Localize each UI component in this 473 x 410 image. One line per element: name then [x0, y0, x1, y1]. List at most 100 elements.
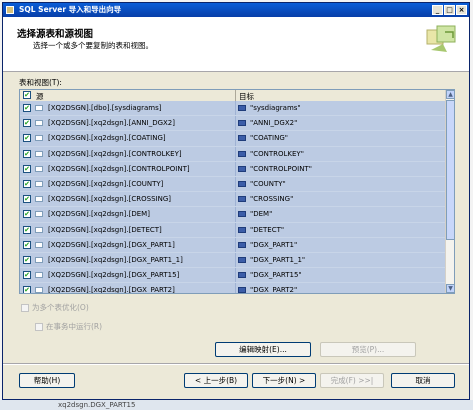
- source-table-name: [XQ2DSGN].[xq2dsgn].[DGX_PART15]: [48, 271, 180, 280]
- table-row[interactable]: ✔ [XQ2DSGN].[xq2dsgn].[DETECT] "DETECT": [20, 222, 445, 238]
- source-table-name: [XQ2DSGN].[xq2dsgn].[DGX_PART1]: [48, 240, 175, 249]
- run-in-transaction-checkbox[interactable]: [35, 323, 43, 331]
- row-checkbox[interactable]: ✔: [23, 119, 31, 128]
- close-button[interactable]: ×: [456, 5, 467, 15]
- table-row[interactable]: ✔ [XQ2DSGN].[xq2dsgn].[CROSSING] "CROSSING…: [20, 192, 445, 208]
- maximize-button[interactable]: □: [444, 5, 455, 15]
- minimize-button[interactable]: _: [432, 5, 443, 15]
- finish-button[interactable]: 完成(F) >>|: [320, 373, 384, 388]
- destination-table-name[interactable]: "DGX_PART1_1": [250, 256, 305, 264]
- scroll-down-icon[interactable]: ▼: [446, 284, 454, 293]
- source-table-name: [XQ2DSGN].[xq2dsgn].[CROSSING]: [48, 195, 171, 204]
- source-table-name: [XQ2DSGN].[xq2dsgn].[DGX_PART1_1]: [48, 255, 183, 264]
- destination-table-icon: [238, 196, 246, 203]
- destination-table-icon: [238, 105, 246, 111]
- destination-table-name[interactable]: "CONTROLPOINT": [250, 165, 312, 173]
- destination-table-name[interactable]: "sysdiagrams": [250, 104, 301, 112]
- table-row[interactable]: ✔ [XQ2DSGN].[xq2dsgn].[CONTROLKEY] "CONTRO…: [20, 146, 445, 162]
- cancel-button[interactable]: 取消: [391, 373, 455, 388]
- title-bar: SQL Server 导入和导出向导 _ □ ×: [3, 3, 469, 17]
- table-icon: [35, 105, 43, 111]
- table-row[interactable]: ✔ [XQ2DSGN].[xq2dsgn].[DGX_PART15] "DGX_PA…: [20, 268, 445, 284]
- row-checkbox[interactable]: ✔: [23, 225, 31, 234]
- row-checkbox[interactable]: ✔: [23, 286, 31, 293]
- grid-rows: ✔ [XQ2DSGN].[dbo].[sysdiagrams] "sysdiagra…: [20, 101, 445, 294]
- edit-mappings-button[interactable]: 编辑映射(E)...: [215, 342, 311, 357]
- row-checkbox[interactable]: ✔: [23, 134, 31, 143]
- destination-table-name[interactable]: "COATING": [250, 134, 288, 142]
- source-table-name: [XQ2DSGN].[xq2dsgn].[DETECT]: [48, 225, 162, 234]
- destination-table-name[interactable]: "DEM": [250, 210, 272, 218]
- destination-table-name[interactable]: "DGX_PART2": [250, 286, 297, 293]
- table-row[interactable]: ✔ [XQ2DSGN].[dbo].[sysdiagrams] "sysdiagra…: [20, 101, 445, 117]
- source-table-name: [XQ2DSGN].[dbo].[sysdiagrams]: [48, 104, 162, 112]
- row-checkbox[interactable]: ✔: [23, 255, 31, 264]
- column-separator: [235, 192, 236, 207]
- column-separator: [235, 222, 236, 237]
- table-row[interactable]: ✔ [XQ2DSGN].[xq2dsgn].[COUNTY] "COUNTY": [20, 176, 445, 193]
- scroll-thumb[interactable]: [446, 100, 454, 240]
- column-separator: [235, 268, 236, 283]
- source-table-name: [XQ2DSGN].[xq2dsgn].[DGX_PART2]: [48, 286, 175, 294]
- table-row[interactable]: ✔ [XQ2DSGN].[xq2dsgn].[COATING] "COATING": [20, 131, 445, 147]
- row-checkbox[interactable]: ✔: [23, 210, 31, 219]
- row-checkbox[interactable]: ✔: [23, 104, 31, 112]
- table-row[interactable]: ✔ [XQ2DSGN].[xq2dsgn].[CONTROLPOINT] "CONT…: [20, 161, 445, 177]
- optimize-multiple-option[interactable]: 为多个表优化(O): [21, 302, 89, 313]
- row-checkbox[interactable]: ✔: [23, 271, 31, 280]
- back-button[interactable]: < 上一步(B): [184, 373, 248, 388]
- background-tree-item: xq2dsgn.DGX_PART15: [0, 400, 473, 410]
- footer-divider: [3, 363, 469, 365]
- help-button[interactable]: 帮助(H): [19, 373, 75, 388]
- destination-table-icon: [238, 287, 246, 293]
- table-icon: [35, 135, 43, 142]
- next-button[interactable]: 下一步(N) >: [252, 373, 316, 388]
- row-checkbox[interactable]: ✔: [23, 179, 31, 188]
- preview-button[interactable]: 预览(P)...: [320, 342, 416, 357]
- source-table-name: [XQ2DSGN].[xq2dsgn].[CONTROLPOINT]: [48, 164, 190, 173]
- select-all-checkbox[interactable]: ✔: [23, 91, 31, 99]
- destination-table-name[interactable]: "COUNTY": [250, 180, 286, 188]
- column-separator: [235, 146, 236, 161]
- table-row[interactable]: ✔ [XQ2DSGN].[xq2dsgn].[DGX_PART1] "DGX_PAR…: [20, 237, 445, 253]
- tables-grid: ✔ 源 目标 ✔ [XQ2DSGN].[dbo].[sysdiagrams] "sy…: [19, 89, 455, 294]
- destination-table-name[interactable]: "ANNI_DGX2": [250, 119, 297, 127]
- source-table-name: [XQ2DSGN].[xq2dsgn].[ANNI_DGX2]: [48, 119, 175, 128]
- table-icon: [35, 272, 43, 279]
- row-checkbox[interactable]: ✔: [23, 164, 31, 173]
- row-checkbox[interactable]: ✔: [23, 149, 31, 158]
- destination-table-name[interactable]: "DGX_PART15": [250, 271, 302, 279]
- table-icon: [35, 196, 43, 203]
- column-separator: [235, 237, 236, 252]
- table-icon: [35, 150, 43, 157]
- tables-views-label: 表和视图(T):: [19, 78, 62, 87]
- import-export-wizard-window: SQL Server 导入和导出向导 _ □ × 选择源表和源视图 选择一个或多…: [2, 2, 470, 400]
- row-checkbox[interactable]: ✔: [23, 240, 31, 249]
- app-icon: [6, 6, 14, 14]
- destination-table-name[interactable]: "DETECT": [250, 226, 284, 234]
- grid-scrollbar[interactable]: ▲ ▼: [445, 90, 454, 293]
- table-row[interactable]: ✔ [XQ2DSGN].[xq2dsgn].[ANNI_DGX2] "ANNI_DG…: [20, 116, 445, 132]
- destination-table-name[interactable]: "CONTROLKEY": [250, 150, 304, 158]
- scroll-up-icon[interactable]: ▲: [446, 90, 454, 99]
- column-separator: [235, 161, 236, 176]
- run-in-transaction-option[interactable]: 在事务中运行(R): [35, 321, 102, 332]
- table-row[interactable]: ✔ [XQ2DSGN].[xq2dsgn].[DGX_PART1_1] "DGX_P…: [20, 252, 445, 269]
- destination-table-icon: [238, 272, 246, 279]
- destination-table-icon: [238, 120, 246, 127]
- destination-table-icon: [238, 256, 246, 263]
- run-in-transaction-label: 在事务中运行(R): [46, 322, 103, 331]
- column-separator[interactable]: [235, 90, 236, 101]
- table-icon: [35, 241, 43, 248]
- source-table-name: [XQ2DSGN].[xq2dsgn].[DEM]: [48, 210, 150, 219]
- destination-table-name[interactable]: "CROSSING": [250, 195, 293, 203]
- table-icon: [35, 180, 43, 187]
- destination-table-name[interactable]: "DGX_PART1": [250, 241, 297, 249]
- optimize-multiple-checkbox[interactable]: [21, 304, 29, 312]
- table-row[interactable]: ✔ [XQ2DSGN].[xq2dsgn].[DEM] "DEM": [20, 207, 445, 223]
- destination-table-icon: [238, 241, 246, 248]
- table-row[interactable]: ✔ [XQ2DSGN].[xq2dsgn].[DGX_PART2] "DGX_PAR…: [20, 283, 445, 294]
- row-checkbox[interactable]: ✔: [23, 195, 31, 204]
- table-icon: [35, 211, 43, 218]
- page-title: 选择源表和源视图: [17, 29, 94, 40]
